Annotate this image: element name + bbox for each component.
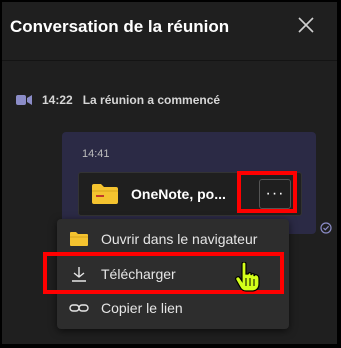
menu-item-label: Ouvrir dans le navigateur [101,231,258,247]
header-divider [2,60,337,61]
highlight-more-options [237,171,297,213]
chat-header: Conversation de la réunion [2,2,337,52]
event-text: La réunion a commencé [82,93,221,107]
menu-item-open-in-browser[interactable]: Ouvrir dans le navigateur [57,223,289,255]
event-time: 14:22 [42,93,73,107]
folder-icon [70,232,88,246]
read-receipt-icon [320,222,332,234]
menu-item-copy-link[interactable]: Copier le lien [57,292,289,324]
video-camera-icon [16,95,32,105]
page-title: Conversation de la réunion [10,17,230,36]
link-icon [69,304,89,312]
hand-cursor-icon [235,262,260,292]
close-icon[interactable] [297,16,315,34]
file-name: OneNote, po... [131,186,226,202]
meeting-started-event: 14:22 La réunion a commencé [16,93,220,107]
folder-icon [92,184,118,204]
menu-item-label: Copier le lien [101,300,183,316]
message-time: 14:41 [82,148,110,160]
